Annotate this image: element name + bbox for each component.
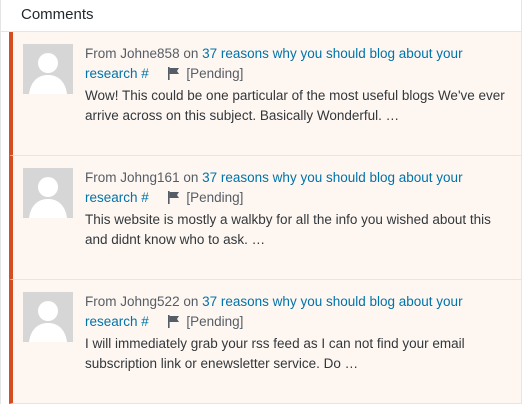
comment-body: From Johng522 on 37 reasons why you shou… <box>85 292 509 373</box>
comment-permalink[interactable]: # <box>141 66 149 81</box>
comment-body: From Johne858 on 37 reasons why you shou… <box>85 44 509 125</box>
comment-item: From Johng161 on 37 reasons why you shou… <box>9 156 521 280</box>
comment-item: From Johng522 on 37 reasons why you shou… <box>9 280 521 404</box>
comment-body: From Johng161 on 37 reasons why you shou… <box>85 168 509 249</box>
flag-icon <box>167 190 180 210</box>
pending-status: [Pending] <box>186 189 244 205</box>
comment-excerpt: Wow! This could be one particular of the… <box>85 88 505 123</box>
from-label: From <box>85 170 117 185</box>
on-label: on <box>183 170 199 185</box>
default-avatar-icon <box>23 44 73 94</box>
default-avatar-icon <box>23 292 73 342</box>
comment-author: Johng522 <box>120 294 180 309</box>
comment-permalink[interactable]: # <box>141 190 149 205</box>
pending-status: [Pending] <box>186 65 244 81</box>
comment-excerpt: I will immediately grab your rss feed as… <box>85 336 465 371</box>
on-label: on <box>183 46 199 61</box>
flag-icon <box>167 66 180 86</box>
widget-title: Comments <box>1 0 521 32</box>
comment-author: Johne858 <box>120 46 180 61</box>
from-label: From <box>85 46 117 61</box>
comment-permalink[interactable]: # <box>141 314 149 329</box>
comment-author: Johng161 <box>120 170 180 185</box>
comments-widget: Comments From Johne858 on 37 reasons why… <box>0 0 522 404</box>
pending-status: [Pending] <box>186 313 244 329</box>
comment-item: From Johne858 on 37 reasons why you shou… <box>9 32 521 156</box>
from-label: From <box>85 294 117 309</box>
on-label: on <box>183 294 199 309</box>
comment-excerpt: This website is mostly a walkby for all … <box>85 212 491 247</box>
flag-icon <box>167 314 180 334</box>
default-avatar-icon <box>23 168 73 218</box>
